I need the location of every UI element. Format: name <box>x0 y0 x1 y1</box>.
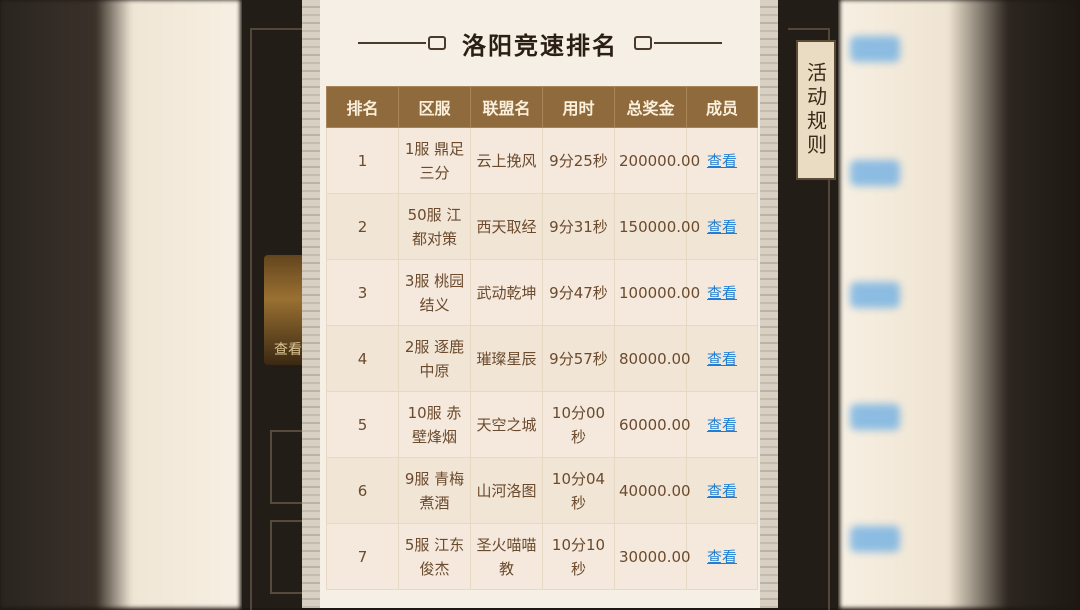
server-cell: 3服 桃园结义 <box>398 259 471 326</box>
table-row: 4 2服 逐鹿中原 璀璨星辰 9分57秒 80000.00 查看 <box>326 325 758 392</box>
time-cell: 9分31秒 <box>542 193 615 260</box>
column-header-server: 区服 <box>398 86 471 128</box>
time-cell: 10分10秒 <box>542 523 615 590</box>
rank-cell: 3 <box>326 259 399 326</box>
alliance-cell: 武动乾坤 <box>470 259 543 326</box>
view-members-link[interactable]: 查看 <box>707 416 737 434</box>
view-members-link[interactable]: 查看 <box>707 548 737 566</box>
bonus-cell: 150000.00 <box>614 193 700 260</box>
rank-cell: 2 <box>326 193 399 260</box>
blurred-right-links <box>840 0 920 608</box>
title-row: 洛阳竞速排名 <box>320 18 760 68</box>
table-row: 5 10服 赤壁烽烟 天空之城 10分00秒 60000.00 查看 <box>326 391 758 458</box>
members-cell: 查看 <box>686 391 758 458</box>
column-header-members: 成员 <box>686 86 758 128</box>
bonus-cell: 200000.00 <box>614 127 700 194</box>
server-cell: 10服 赤壁烽烟 <box>398 391 471 458</box>
title-ornament-left <box>358 36 448 50</box>
column-header-time: 用时 <box>542 86 615 128</box>
time-cell: 10分04秒 <box>542 457 615 524</box>
server-cell: 50服 江都对策 <box>398 193 471 260</box>
time-cell: 9分57秒 <box>542 325 615 392</box>
time-cell: 9分47秒 <box>542 259 615 326</box>
time-cell: 10分00秒 <box>542 391 615 458</box>
time-cell: 9分25秒 <box>542 127 615 194</box>
bonus-cell: 30000.00 <box>614 523 691 590</box>
alliance-cell: 西天取经 <box>470 193 543 260</box>
table-row: 1 1服 鼎足三分 云上挽风 9分25秒 200000.00 查看 <box>326 127 758 194</box>
alliance-cell: 山河洛图 <box>470 457 543 524</box>
table-row: 3 3服 桃园结义 武动乾坤 9分47秒 100000.00 查看 <box>326 259 758 326</box>
title-ornament-right <box>632 36 722 50</box>
bonus-cell: 100000.00 <box>614 259 700 326</box>
bonus-cell: 40000.00 <box>614 457 691 524</box>
rank-cell: 5 <box>326 391 399 458</box>
alliance-cell: 圣火喵喵教 <box>470 523 543 590</box>
rank-cell: 1 <box>326 127 399 194</box>
view-members-link[interactable]: 查看 <box>707 284 737 302</box>
panel-border-right <box>760 0 778 608</box>
column-header-bonus: 总奖金 <box>614 86 687 128</box>
members-cell: 查看 <box>686 325 758 392</box>
table-header-row: 排名 区服 联盟名 用时 总奖金 成员 <box>326 86 758 128</box>
view-members-link[interactable]: 查看 <box>707 482 737 500</box>
table-row: 7 5服 江东俊杰 圣火喵喵教 10分10秒 30000.00 查看 <box>326 523 758 590</box>
blurred-background-left <box>0 0 240 608</box>
view-members-link[interactable]: 查看 <box>707 218 737 236</box>
bonus-cell: 80000.00 <box>614 325 691 392</box>
members-cell: 查看 <box>686 523 758 590</box>
alliance-cell: 天空之城 <box>470 391 543 458</box>
panel-content: 洛阳竞速排名 排名 区服 联盟名 用时 总奖金 成员 1 1服 鼎足三分 云上挽… <box>320 0 760 608</box>
rank-cell: 7 <box>326 523 399 590</box>
alliance-cell: 云上挽风 <box>470 127 543 194</box>
server-cell: 2服 逐鹿中原 <box>398 325 471 392</box>
members-cell: 查看 <box>686 457 758 524</box>
view-members-link[interactable]: 查看 <box>707 152 737 170</box>
rank-cell: 4 <box>326 325 399 392</box>
ranking-panel: 洛阳竞速排名 排名 区服 联盟名 用时 总奖金 成员 1 1服 鼎足三分 云上挽… <box>302 0 778 608</box>
ranking-table: 排名 区服 联盟名 用时 总奖金 成员 1 1服 鼎足三分 云上挽风 9分25秒… <box>326 86 758 590</box>
server-cell: 9服 青梅煮酒 <box>398 457 471 524</box>
column-header-alliance: 联盟名 <box>470 86 543 128</box>
rank-cell: 6 <box>326 457 399 524</box>
view-members-link[interactable]: 查看 <box>707 350 737 368</box>
table-row: 6 9服 青梅煮酒 山河洛图 10分04秒 40000.00 查看 <box>326 457 758 524</box>
alliance-cell: 璀璨星辰 <box>470 325 543 392</box>
column-header-rank: 排名 <box>326 86 399 128</box>
rules-tab-button[interactable]: 活动规则 <box>796 40 836 180</box>
page-title: 洛阳竞速排名 <box>462 30 618 60</box>
panel-border-left <box>302 0 320 608</box>
bonus-cell: 60000.00 <box>614 391 691 458</box>
server-cell: 1服 鼎足三分 <box>398 127 471 194</box>
server-cell: 5服 江东俊杰 <box>398 523 471 590</box>
table-row: 2 50服 江都对策 西天取经 9分31秒 150000.00 查看 <box>326 193 758 260</box>
